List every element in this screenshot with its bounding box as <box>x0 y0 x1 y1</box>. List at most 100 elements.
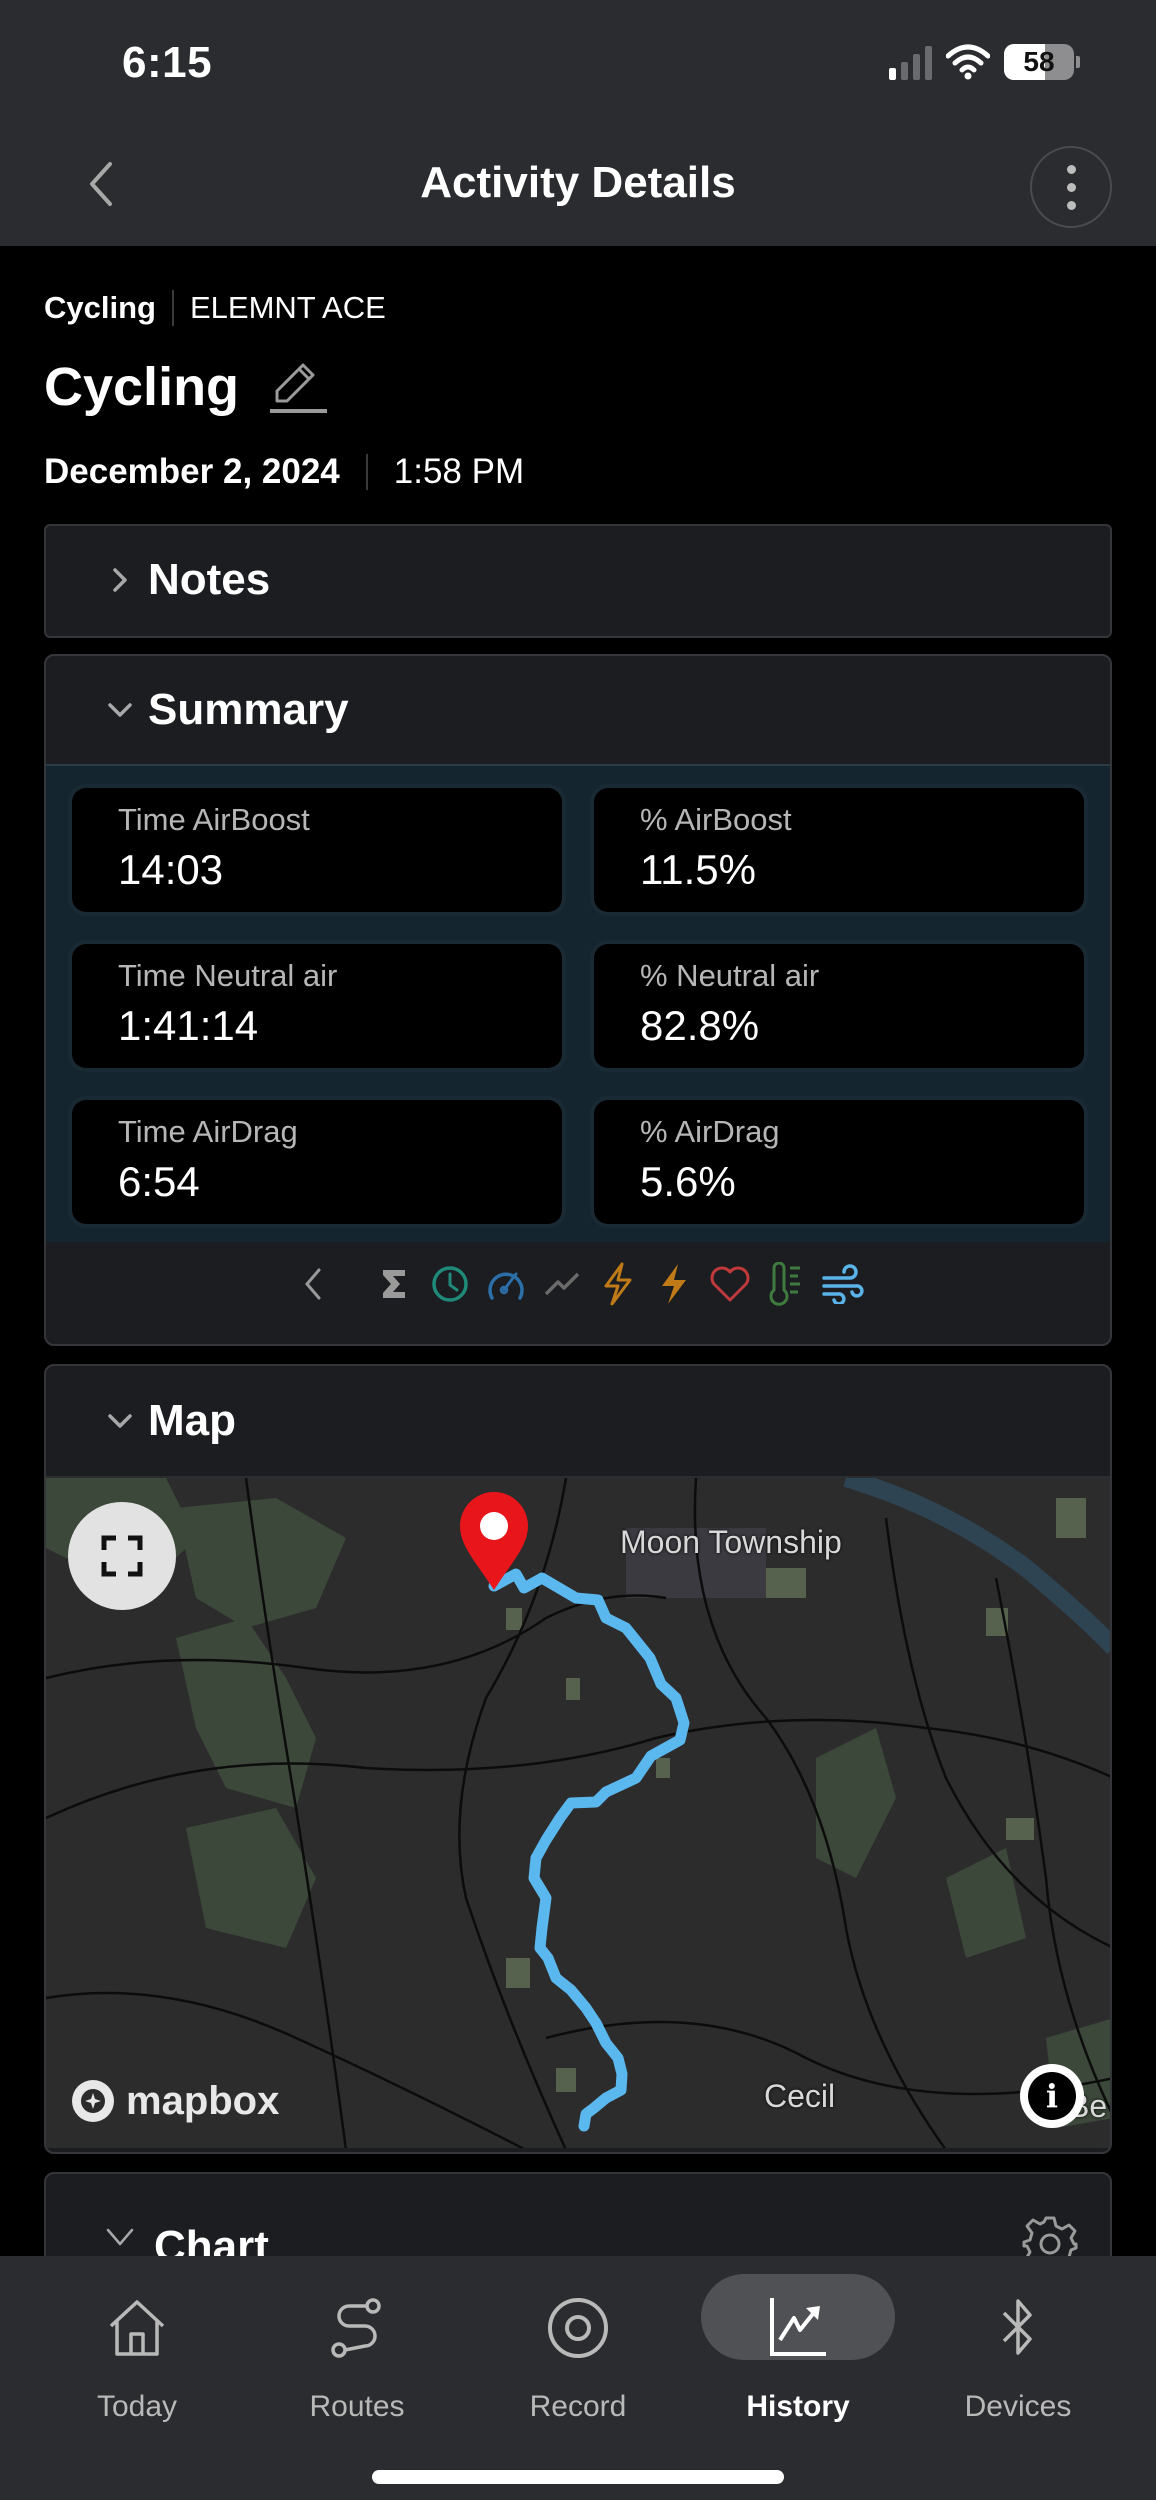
tile-label: % Neutral air <box>640 958 820 993</box>
mapbox-logo-icon <box>72 2080 114 2122</box>
mapbox-text: mapbox <box>126 2078 280 2123</box>
map-park-area <box>1056 1498 1086 1538</box>
tab-label: Devices <box>964 2390 1072 2423</box>
tile-label: % AirDrag <box>640 1114 780 1149</box>
map-park-area <box>506 1608 522 1630</box>
notes-section: Notes <box>44 524 1112 638</box>
activity-datetime: December 2, 2024 1:58 PM <box>44 452 524 492</box>
pencil-icon[interactable] <box>269 359 328 415</box>
summary-section: Summary Time AirBoost 14:03 % AirBoost 1… <box>44 654 1112 1346</box>
more-options-button[interactable] <box>1030 146 1112 228</box>
power-filled-icon <box>662 1264 686 1304</box>
tile-value: 82.8% <box>640 1002 760 1049</box>
tile-label: % AirBoost <box>640 802 792 837</box>
category-power[interactable] <box>593 1259 643 1309</box>
category-power-zones[interactable] <box>649 1259 699 1309</box>
tile-label: Time AirDrag <box>118 1114 298 1149</box>
summary-tile: Time AirBoost 14:03 <box>72 788 562 912</box>
category-elevation[interactable] <box>537 1259 587 1309</box>
chevron-right-icon <box>113 568 127 592</box>
tile-value: 14:03 <box>118 846 224 893</box>
activity-time: 1:58 PM <box>393 452 525 491</box>
tab-today[interactable]: Today <box>42 2280 232 2430</box>
map-label-town: Moon Township <box>620 1524 842 1560</box>
divider <box>365 454 368 490</box>
strip-back-button[interactable] <box>289 1259 339 1309</box>
chevron-down-icon <box>106 2228 134 2246</box>
map-label-town: Cecil <box>764 2078 836 2114</box>
chart-trend-icon <box>770 2298 826 2356</box>
activity-date: December 2, 2024 <box>44 452 340 491</box>
map-park-area <box>506 1958 530 1988</box>
summary-tiles-area: Time AirBoost 14:03 % AirBoost 11.5% Tim… <box>46 764 1110 1242</box>
activity-title: Cycling <box>44 357 240 417</box>
mapbox-attribution[interactable]: mapbox <box>68 2076 279 2126</box>
tile-value: 1:41:14 <box>118 1002 259 1049</box>
chevron-left-icon <box>305 1268 321 1300</box>
top-bar: 6:15 58 Activity Details <box>0 0 1156 246</box>
battery-tip <box>1076 56 1080 68</box>
summary-tile: Time AirDrag 6:54 <box>72 1100 562 1224</box>
fullscreen-icon <box>101 1535 143 1577</box>
map-park-area <box>766 1568 806 1598</box>
power-outline-icon <box>604 1262 632 1306</box>
category-time[interactable] <box>425 1259 475 1309</box>
tab-label: Record <box>529 2390 627 2423</box>
tab-history[interactable]: History <box>701 2274 895 2430</box>
fullscreen-button[interactable] <box>68 1502 176 1610</box>
bottom-tab-bar: Today Routes Record History Devices <box>0 2256 1156 2500</box>
home-indicator[interactable] <box>372 2470 784 2484</box>
more-vertical-icon <box>1066 164 1076 174</box>
tile-value: 11.5% <box>640 846 756 893</box>
tile-value: 6:54 <box>118 1158 200 1205</box>
status-icons: 58 <box>889 44 1080 80</box>
heart-icon <box>710 1266 750 1302</box>
activity-meta: Cycling ELEMNT ACE <box>44 290 386 326</box>
map-park-area <box>566 1678 580 1700</box>
tile-value: 5.6% <box>640 1158 736 1205</box>
tab-label: Today <box>96 2390 178 2423</box>
route-icon <box>331 2298 381 2358</box>
notes-header[interactable]: Notes <box>46 526 1110 634</box>
map-header[interactable]: Map <box>46 1366 1110 1476</box>
wifi-icon <box>946 44 990 80</box>
category-totals[interactable] <box>369 1259 419 1309</box>
sport-type: Cycling <box>44 290 156 325</box>
wind-icon <box>822 1264 864 1304</box>
tab-label: Routes <box>309 2390 405 2423</box>
page-title: Activity Details <box>420 158 736 207</box>
route-map[interactable]: Moon Township Cecil Be mapbox i <box>46 1476 1110 2148</box>
map-park-area <box>556 2068 576 2092</box>
activity-name: Cycling <box>44 356 328 418</box>
map-park-area <box>1006 1818 1034 1840</box>
map-canvas <box>46 1478 1110 2148</box>
divider <box>171 290 174 326</box>
summary-category-strip <box>46 1242 1110 1326</box>
category-heart-rate[interactable] <box>705 1259 755 1309</box>
device-name: ELEMNT ACE <box>189 290 386 325</box>
speedometer-icon <box>488 1272 524 1300</box>
category-wind[interactable] <box>817 1259 867 1309</box>
map-info-button[interactable]: i <box>1020 2064 1084 2128</box>
info-icon: i <box>1028 2072 1076 2120</box>
category-temperature[interactable] <box>761 1259 811 1309</box>
tab-routes[interactable]: Routes <box>262 2280 452 2430</box>
summary-tile: % AirBoost 11.5% <box>594 788 1084 912</box>
battery-indicator: 58 <box>1004 44 1074 80</box>
notes-title: Notes <box>148 555 271 604</box>
tile-label: Time AirBoost <box>118 802 310 837</box>
map-park-area <box>656 1758 670 1778</box>
bluetooth-icon <box>1002 2299 1032 2355</box>
sigma-icon <box>383 1270 405 1298</box>
category-speed[interactable] <box>481 1259 531 1309</box>
cellular-signal-icon <box>889 44 932 80</box>
tab-record[interactable]: Record <box>483 2280 673 2430</box>
record-icon <box>548 2298 608 2358</box>
summary-tiles: Time AirBoost 14:03 % AirBoost 11.5% Tim… <box>72 788 1084 1224</box>
summary-tile: % Neutral air 82.8% <box>594 944 1084 1068</box>
tab-devices[interactable]: Devices <box>923 2280 1113 2430</box>
summary-title: Summary <box>148 685 349 734</box>
clock-icon <box>432 1266 468 1302</box>
summary-header[interactable]: Summary <box>46 656 1110 764</box>
map-title: Map <box>148 1396 236 1445</box>
